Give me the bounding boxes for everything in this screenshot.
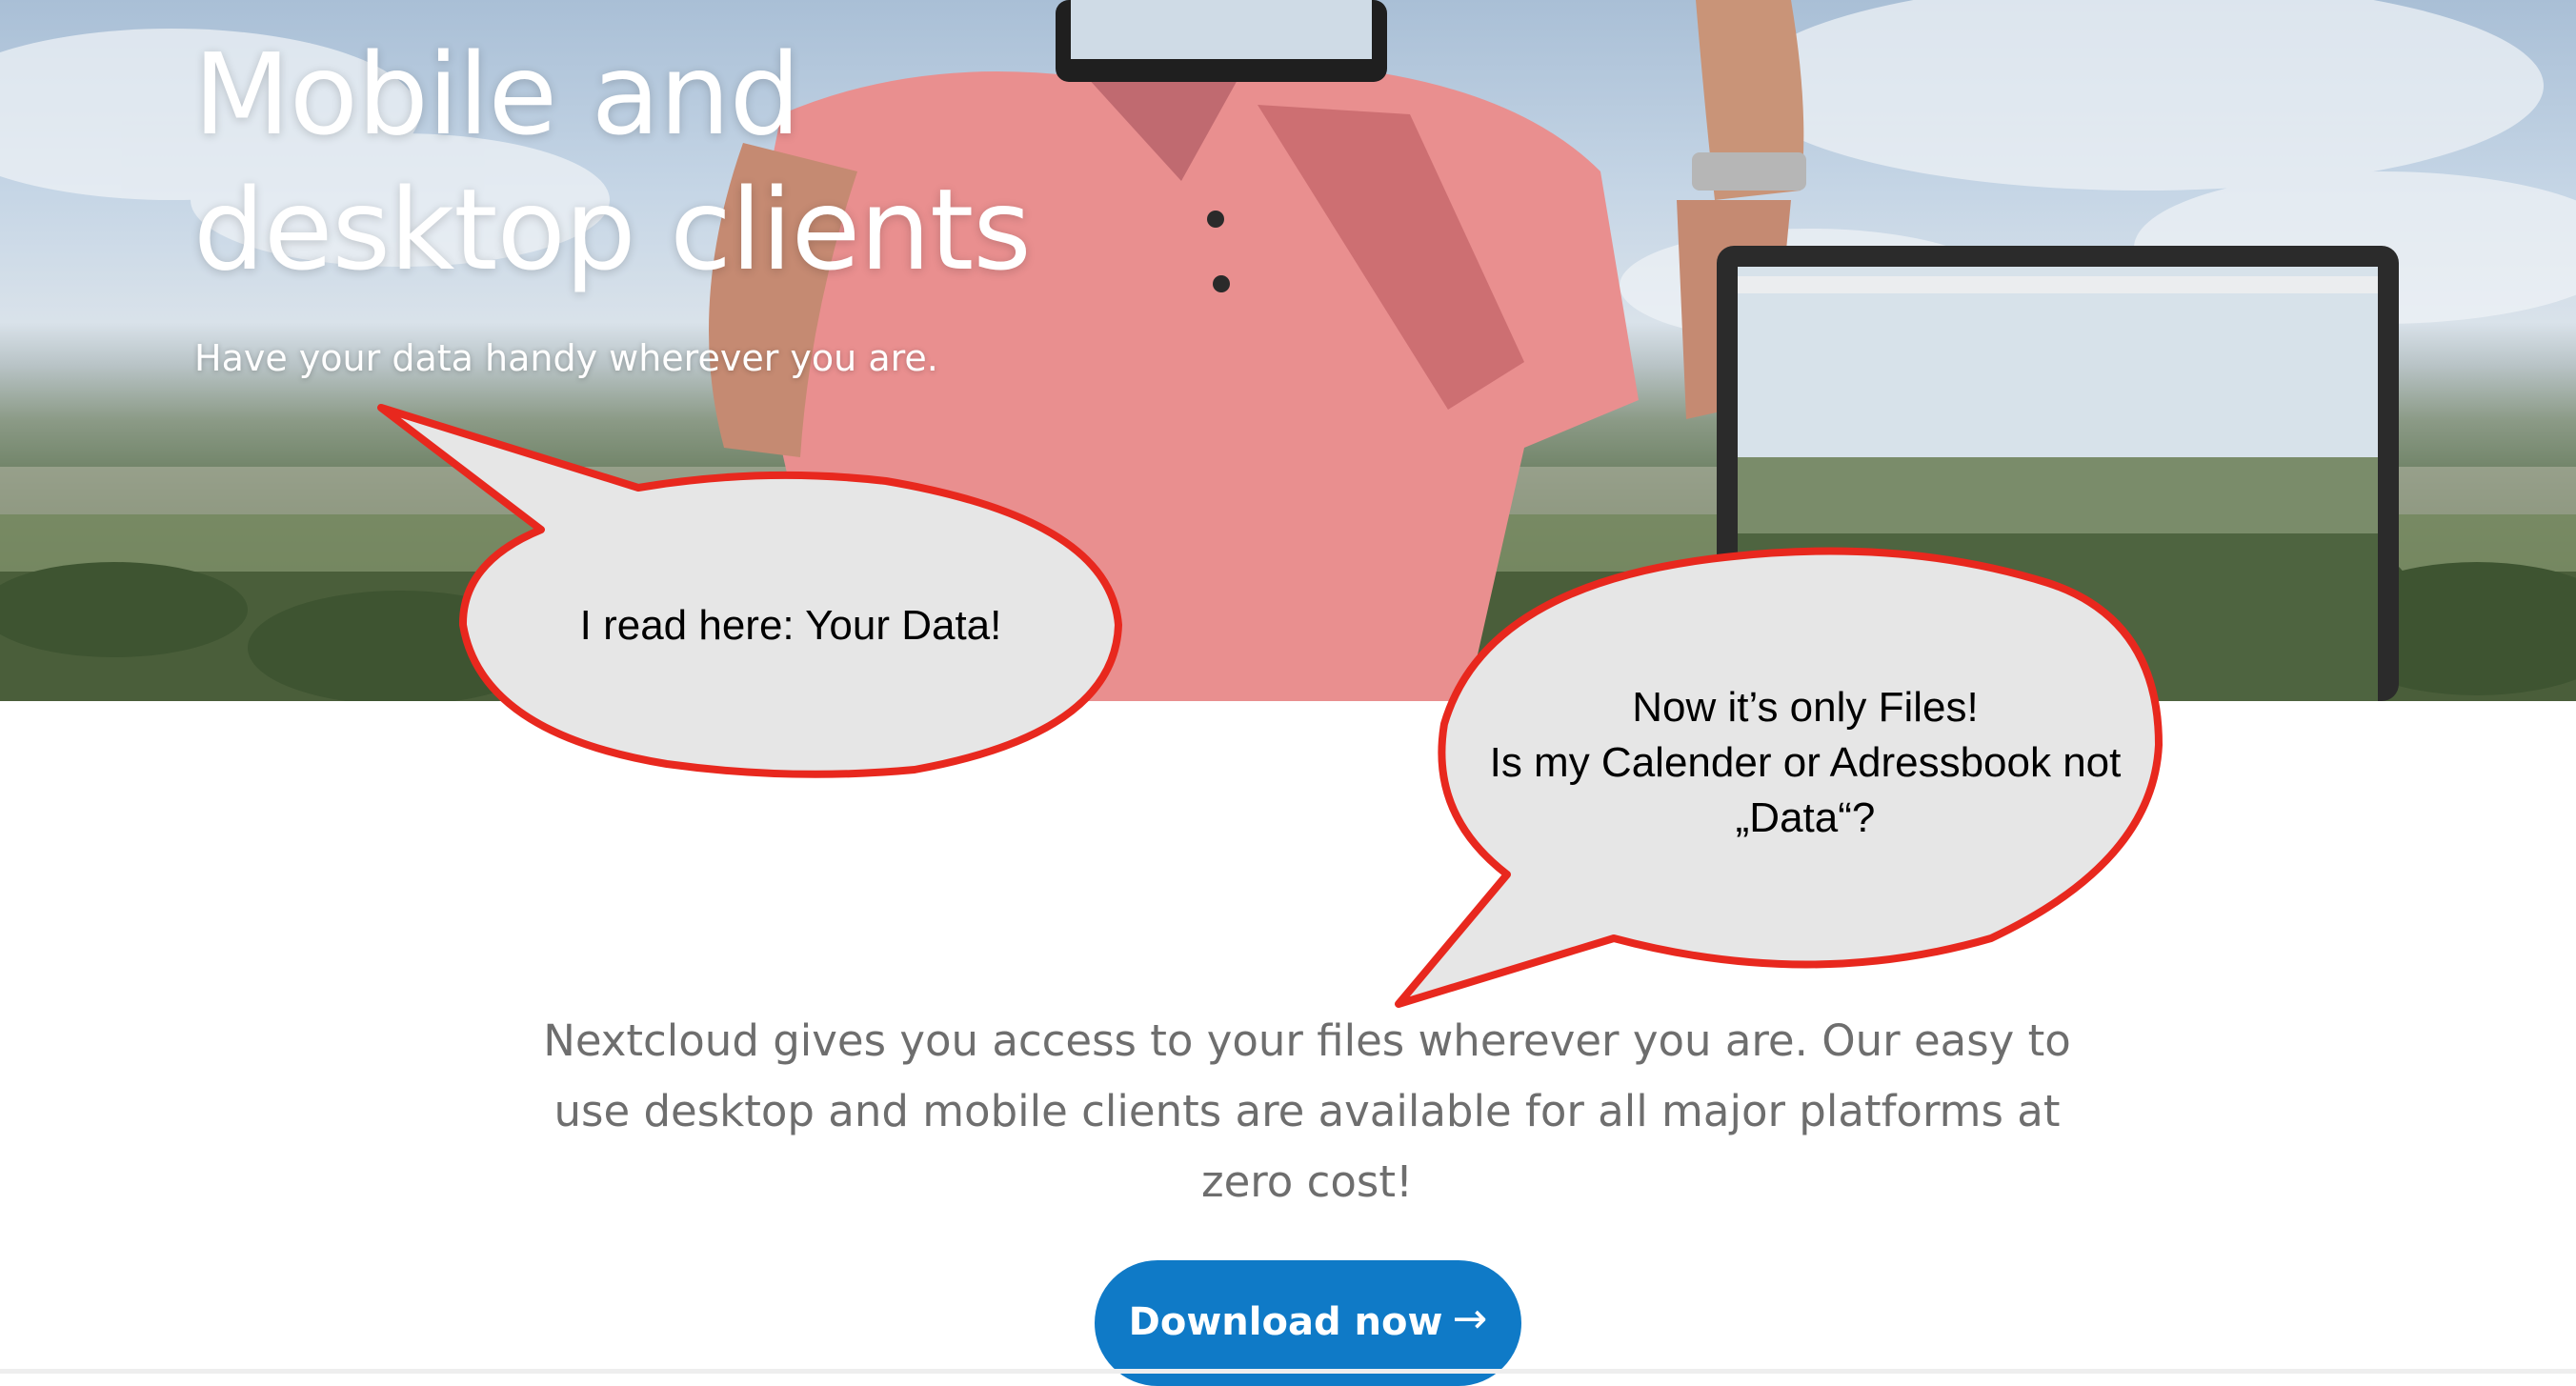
page-bottom-divider [0, 1369, 2576, 1374]
annotation-text-1: I read here: Your Data! [579, 602, 1002, 649]
download-now-label: Download now [1128, 1300, 1443, 1344]
intro-paragraph: Nextcloud gives you access to your files… [543, 1015, 2071, 1207]
arrow-right-icon: → [1452, 1295, 1488, 1343]
hero-subtitle: Have your data handy wherever you are. [194, 337, 938, 379]
annotation-text-2: Now it’s only Files! Is my Calender or A… [1489, 684, 2122, 841]
download-now-button[interactable]: Download now → [1095, 1260, 1521, 1386]
hero-title: Mobile and desktop clients [193, 29, 1032, 295]
hero-banner: Mobile and desktop clients Have your dat… [0, 0, 2576, 701]
